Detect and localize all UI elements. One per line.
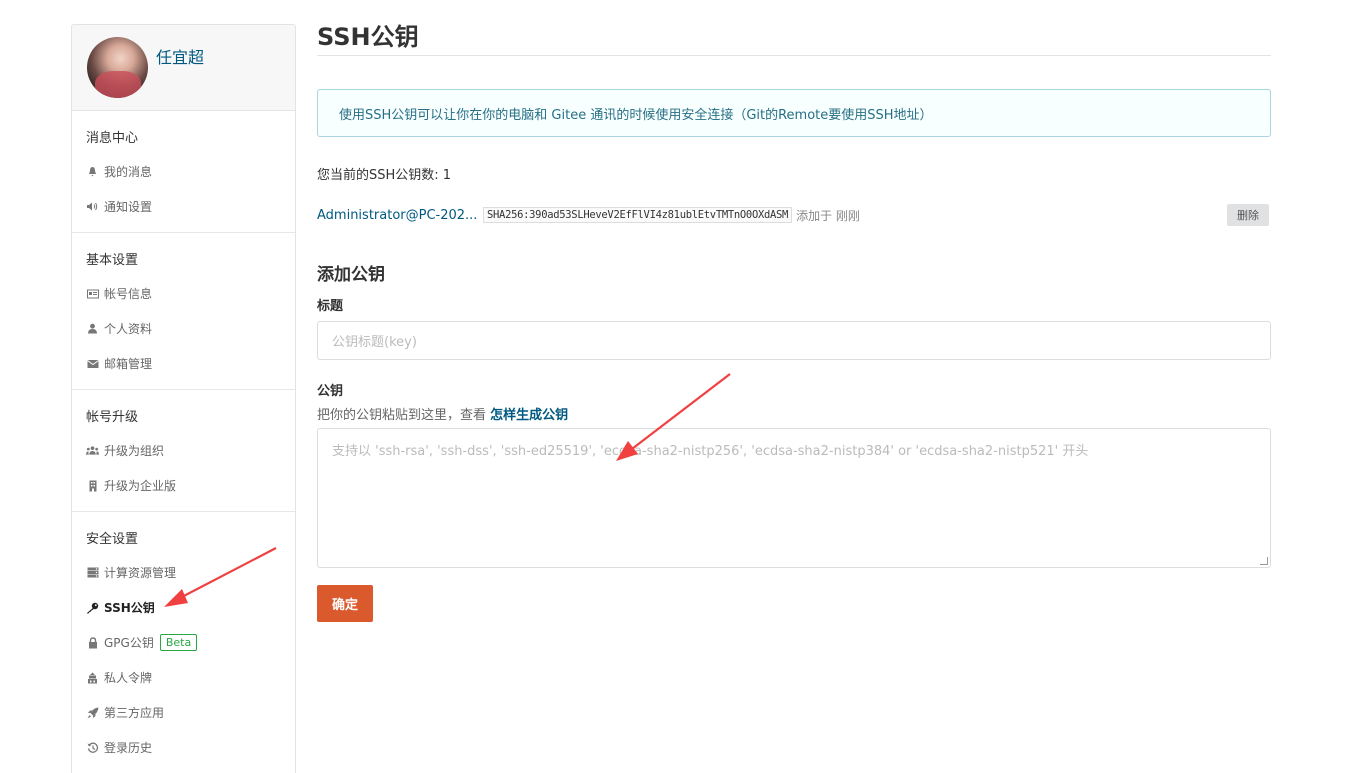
settings-sidebar: 任宜超 消息中心 我的消息 通知设置 基本设置 帐号信息 个人资料 邮箱管理 帐… (71, 24, 296, 773)
sidebar-item-label: SSH公钥 (104, 601, 155, 615)
token-icon (86, 671, 99, 684)
sidebar-item-label: 升级为组织 (104, 444, 165, 458)
sidebar-item-profile[interactable]: 个人资料 (72, 311, 295, 346)
resize-handle[interactable] (1260, 557, 1268, 565)
key-fingerprint: SHA256:390ad53SLHeveV2EfFlVI4z81ublEtvTM… (483, 207, 793, 223)
sidebar-item-label: 登录历史 (104, 741, 153, 755)
sidebar-item-label: 帐号信息 (104, 287, 153, 301)
sidebar-section-security: 安全设置 计算资源管理 SSH公钥 GPG公钥 Beta 私人令牌 第三方应用 … (72, 512, 295, 773)
public-key-placeholder: 支持以 'ssh-rsa', 'ssh-dss', 'ssh-ed25519',… (332, 444, 1089, 459)
history-icon (86, 741, 99, 754)
sidebar-item-label: 个人资料 (104, 322, 153, 336)
sidebar-item-upgrade-org[interactable]: 升级为组织 (72, 433, 295, 468)
hint-text: 把你的公钥粘贴到这里，查看 (317, 408, 491, 423)
sidebar-item-third-party-apps[interactable]: 第三方应用 (72, 695, 295, 730)
sidebar-item-label: 计算资源管理 (104, 566, 177, 580)
server-icon (86, 566, 99, 579)
title-label: 标题 (317, 299, 344, 314)
envelope-icon (86, 357, 99, 370)
sidebar-item-label: 私人令牌 (104, 671, 153, 685)
sidebar-item-personal-tokens[interactable]: 私人令牌 (72, 660, 295, 695)
user-icon (86, 322, 99, 335)
avatar[interactable] (87, 37, 148, 98)
lock-icon (86, 636, 99, 649)
how-to-generate-link[interactable]: 怎样生成公钥 (490, 408, 568, 423)
rocket-icon (86, 706, 99, 719)
sidebar-item-compute-resources[interactable]: 计算资源管理 (72, 555, 295, 590)
sidebar-item-label: 第三方应用 (104, 706, 165, 720)
key-title-placeholder: 公钥标题(key) (332, 335, 417, 350)
sidebar-item-email[interactable]: 邮箱管理 (72, 346, 295, 381)
sidebar-item-my-messages[interactable]: 我的消息 (72, 154, 295, 189)
speaker-icon (86, 200, 99, 213)
sidebar-item-account-info[interactable]: 帐号信息 (72, 276, 295, 311)
sidebar-item-label: 通知设置 (104, 200, 153, 214)
submit-button[interactable]: 确定 (317, 585, 373, 622)
profile-header: 任宜超 (72, 25, 295, 111)
sidebar-item-notification-settings[interactable]: 通知设置 (72, 189, 295, 224)
delete-key-button[interactable]: 删除 (1227, 204, 1269, 226)
bell-icon (86, 165, 99, 178)
info-text: 使用SSH公钥可以让你在你的电脑和 Gitee 通讯的时候使用安全连接（Git的… (339, 107, 933, 123)
sidebar-item-upgrade-enterprise[interactable]: 升级为企业版 (72, 468, 295, 503)
sidebar-item-label: 升级为企业版 (104, 479, 177, 493)
sidebar-section-upgrade: 帐号升级 升级为组织 升级为企业版 (72, 390, 295, 512)
main-content: SSH公钥 使用SSH公钥可以让你在你的电脑和 Gitee 通讯的时候使用安全连… (317, 22, 1271, 622)
sidebar-item-label: GPG公钥 (104, 636, 154, 650)
key-added-time: 添加于 刚刚 (796, 208, 860, 223)
section-title: 基本设置 (86, 253, 139, 268)
key-icon (86, 601, 99, 614)
section-title: 帐号升级 (86, 410, 139, 425)
add-key-heading: 添加公钥 (317, 265, 385, 285)
sidebar-item-ssh-keys[interactable]: SSH公钥 (72, 590, 295, 625)
sidebar-item-label: 我的消息 (104, 165, 153, 179)
key-title[interactable]: Administrator@PC-202... (317, 208, 483, 223)
public-key-textarea[interactable]: 支持以 'ssh-rsa', 'ssh-dss', 'ssh-ed25519',… (317, 428, 1271, 568)
key-title-input[interactable]: 公钥标题(key) (317, 321, 1271, 360)
sidebar-item-gpg-keys[interactable]: GPG公钥 Beta (72, 625, 295, 660)
sidebar-section-messages: 消息中心 我的消息 通知设置 (72, 111, 295, 233)
sidebar-item-login-history[interactable]: 登录历史 (72, 730, 295, 765)
section-title: 消息中心 (86, 131, 139, 146)
public-key-label: 公钥 (317, 384, 344, 399)
info-message: 使用SSH公钥可以让你在你的电脑和 Gitee 通讯的时候使用安全连接（Git的… (317, 89, 1271, 137)
username[interactable]: 任宜超 (156, 44, 204, 68)
section-title: 安全设置 (86, 532, 139, 547)
id-card-icon (86, 287, 99, 300)
sidebar-item-label: 邮箱管理 (104, 357, 153, 371)
users-icon (86, 444, 99, 457)
page-title: SSH公钥 (317, 22, 1271, 56)
ssh-key-row: Administrator@PC-202... SHA256:390ad53SL… (317, 204, 1271, 226)
beta-badge: Beta (159, 634, 198, 651)
building-icon (86, 479, 99, 492)
public-key-hint: 把你的公钥粘贴到这里，查看 怎样生成公钥 (317, 404, 1271, 423)
sidebar-section-basic: 基本设置 帐号信息 个人资料 邮箱管理 (72, 233, 295, 390)
key-count: 您当前的SSH公钥数: 1 (317, 168, 452, 183)
